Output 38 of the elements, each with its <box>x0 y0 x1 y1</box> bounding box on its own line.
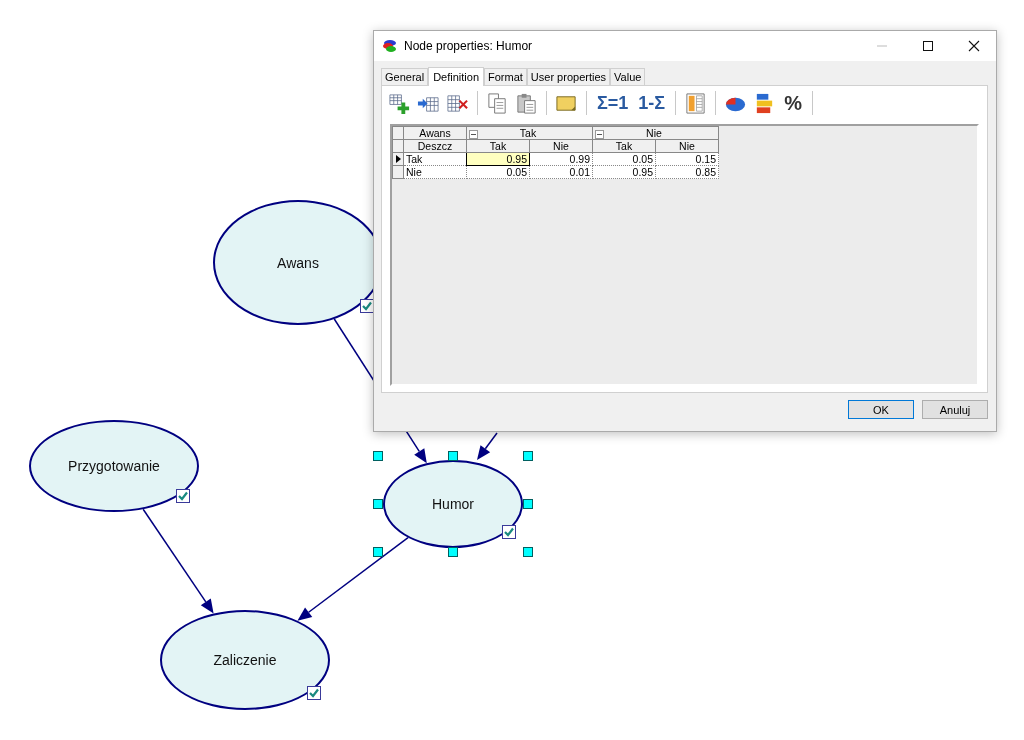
add-row-icon[interactable] <box>388 91 411 115</box>
selection-handle[interactable] <box>373 547 383 557</box>
selection-handle[interactable] <box>373 499 383 509</box>
selection-handle[interactable] <box>448 451 458 461</box>
collapse-toggle[interactable] <box>469 129 478 139</box>
selection-handle[interactable] <box>523 499 533 509</box>
collapse-toggle[interactable] <box>595 129 604 139</box>
close-icon[interactable] <box>968 40 980 52</box>
tab[interactable]: Format <box>484 68 527 85</box>
node-label: Zaliczenie <box>213 652 277 668</box>
selection-handle[interactable] <box>523 451 533 461</box>
normalize-button[interactable]: Σ=1 <box>595 92 631 114</box>
selection-handle[interactable] <box>523 547 533 557</box>
arrow <box>477 432 498 460</box>
maximize-icon[interactable] <box>922 40 934 52</box>
node-ellipse[interactable]: Przygotowanie <box>29 420 199 512</box>
node-ellipse[interactable]: Zaliczenie <box>160 610 330 710</box>
window-title: Node properties: Humor <box>404 39 534 53</box>
tab[interactable]: User properties <box>526 68 611 85</box>
complement-button[interactable]: 1-Σ <box>636 92 668 114</box>
ok-button[interactable]: OK <box>848 400 914 419</box>
percent-button[interactable]: % <box>782 91 804 115</box>
node-label: Humor <box>432 496 474 512</box>
node-label: Awans <box>277 254 319 271</box>
app-icon <box>382 38 398 54</box>
parent-node-name: Awans <box>403 126 467 140</box>
selection-handle[interactable] <box>373 451 383 461</box>
copy-icon[interactable] <box>486 91 509 115</box>
node-ellipse[interactable]: Humor <box>383 460 523 548</box>
paste-icon[interactable] <box>515 91 538 115</box>
node-label: Przygotowanie <box>68 458 160 474</box>
tab[interactable]: Value <box>610 68 646 85</box>
group-label: Nie <box>645 127 663 139</box>
cancel-button[interactable]: Anuluj <box>922 400 988 419</box>
group-label: Tak <box>518 127 538 139</box>
tab[interactable]: Definition <box>428 67 484 86</box>
tab[interactable]: General <box>381 68 429 85</box>
selection-handle[interactable] <box>448 547 458 557</box>
